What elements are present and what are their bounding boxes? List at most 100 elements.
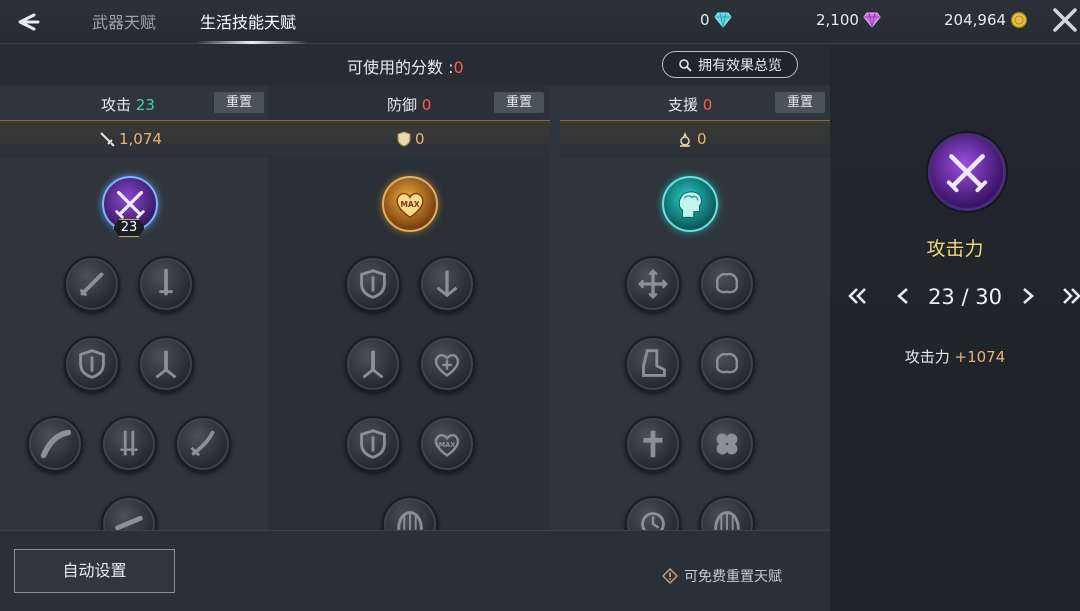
talent-node-attack-1[interactable]	[64, 256, 120, 312]
heart-max-icon: MAX	[396, 192, 424, 219]
heart-max-icon: MAX	[434, 434, 460, 457]
top-bar	[0, 0, 1080, 44]
four-arrows-icon	[638, 269, 668, 299]
defense-stat-value: 0	[415, 130, 425, 148]
currency-purple-gem: 2,100	[816, 11, 881, 29]
selected-talent-icon	[928, 133, 1006, 211]
clover-icon	[716, 433, 738, 455]
node-level-badge: 23	[113, 219, 145, 237]
warning-diamond-icon	[662, 568, 678, 584]
gold-coin-icon	[1010, 11, 1028, 29]
sword-icon	[159, 268, 173, 296]
talent-node-support-1[interactable]	[625, 256, 681, 312]
first-page-button[interactable]	[845, 284, 869, 314]
last-page-button[interactable]	[1060, 284, 1080, 314]
effects-overview-button[interactable]: 拥有效果总览	[662, 51, 798, 78]
defense-header: 防御 0	[387, 94, 431, 115]
talent-node-defense-6[interactable]: MAX	[419, 416, 475, 472]
attack-header: 攻击 23	[101, 94, 155, 115]
talent-node-support-3[interactable]	[625, 336, 681, 392]
talent-node-attack-3[interactable]	[64, 336, 120, 392]
cross-icon	[643, 430, 663, 458]
double-chevron-right-icon	[1063, 288, 1080, 304]
close-button[interactable]	[1050, 5, 1080, 35]
prev-page-button[interactable]	[893, 284, 913, 314]
talent-node-support-2[interactable]	[699, 256, 755, 312]
talent-node-attack-4[interactable]	[138, 336, 194, 392]
currency-diamond: 0	[700, 11, 732, 29]
head-brain-icon	[678, 191, 702, 218]
brain-icon	[715, 272, 739, 294]
talent-node-support-5[interactable]	[625, 416, 681, 472]
talent-node-attack-7[interactable]	[175, 416, 231, 472]
support-reset-button[interactable]: 重置	[775, 92, 825, 113]
talent-node-defense-4[interactable]	[419, 336, 475, 392]
free-reset-notice: 可免费重置天赋	[662, 566, 782, 586]
close-icon	[1053, 8, 1077, 32]
shield-icon	[360, 429, 386, 459]
tab-life-skill-talent[interactable]: 生活技能天赋	[200, 9, 296, 33]
diamond-icon	[713, 12, 732, 28]
chevron-right-icon	[1023, 288, 1034, 304]
attack-stat: 1,074	[99, 130, 162, 148]
talent-node-defense-3[interactable]	[345, 336, 401, 392]
chevron-left-icon	[897, 288, 908, 304]
talent-node-max-health[interactable]: MAX	[382, 176, 438, 232]
level-pager-text: 23 / 30	[928, 285, 1002, 309]
effect-stat-bonus: +1074	[954, 348, 1006, 366]
talent-node-support-4[interactable]	[699, 336, 755, 392]
purple-gem-count: 2,100	[816, 11, 859, 29]
slash-icon	[40, 429, 72, 459]
brain-icon	[715, 352, 739, 374]
talent-node-defense-2[interactable]	[419, 256, 475, 312]
svg-text:MAX: MAX	[400, 200, 419, 209]
crossed-swords-icon	[946, 154, 988, 193]
curved-sword-icon	[190, 430, 215, 457]
talent-detail-panel	[830, 45, 1080, 611]
support-stat: 0	[677, 130, 707, 148]
sword-icon	[100, 132, 115, 147]
effect-stat-name: 攻击力	[904, 348, 950, 366]
support-stat-value: 0	[697, 130, 707, 148]
attack-reset-button[interactable]: 重置	[214, 92, 264, 113]
shield-icon	[397, 131, 411, 147]
talent-node-defense-5[interactable]	[345, 416, 401, 472]
defense-reset-button[interactable]: 重置	[494, 92, 544, 113]
talent-node-support-6[interactable]	[699, 416, 755, 472]
talent-node-attack-6[interactable]	[101, 416, 157, 472]
support-header: 支援 0	[668, 94, 712, 115]
sword-burst-icon	[362, 350, 384, 379]
defense-stat: 0	[397, 130, 425, 148]
available-points: 可使用的分数 :0	[347, 54, 464, 78]
back-button[interactable]	[12, 6, 44, 38]
auto-assign-button[interactable]: 自动设置	[14, 549, 175, 593]
anchor-sword-icon	[436, 270, 458, 298]
twin-swords-icon	[120, 430, 138, 456]
available-points-label: 可使用的分数 :	[347, 58, 454, 77]
talent-node-mind[interactable]	[662, 176, 718, 232]
boot-icon	[642, 349, 666, 377]
next-page-button[interactable]	[1018, 284, 1038, 314]
double-chevron-left-icon	[848, 288, 866, 304]
currency-gold: 204,964	[944, 11, 1028, 29]
crossed-swords-icon	[115, 190, 145, 219]
talent-node-attack-2[interactable]	[138, 256, 194, 312]
available-points-value: 0	[453, 58, 464, 77]
support-label: 支援	[668, 96, 699, 114]
search-icon	[679, 58, 692, 71]
attack-label: 攻击	[101, 96, 132, 114]
talent-node-attack-5[interactable]	[27, 416, 83, 472]
shield-icon	[360, 269, 386, 299]
tab-weapon-talent[interactable]: 武器天赋	[92, 9, 156, 33]
gold-count: 204,964	[944, 11, 1007, 29]
talent-node-defense-1[interactable]	[345, 256, 401, 312]
attack-points: 23	[135, 96, 155, 114]
sword-slash-icon	[79, 272, 104, 297]
effects-overview-label: 拥有效果总览	[698, 57, 782, 74]
selected-talent-effect: 攻击力 +1074	[830, 346, 1080, 367]
heart-plus-icon	[434, 354, 460, 377]
sword-burst-icon	[155, 350, 177, 379]
purple-gem-icon	[863, 12, 881, 28]
support-points: 0	[702, 96, 713, 114]
back-arrow-icon	[18, 13, 40, 31]
